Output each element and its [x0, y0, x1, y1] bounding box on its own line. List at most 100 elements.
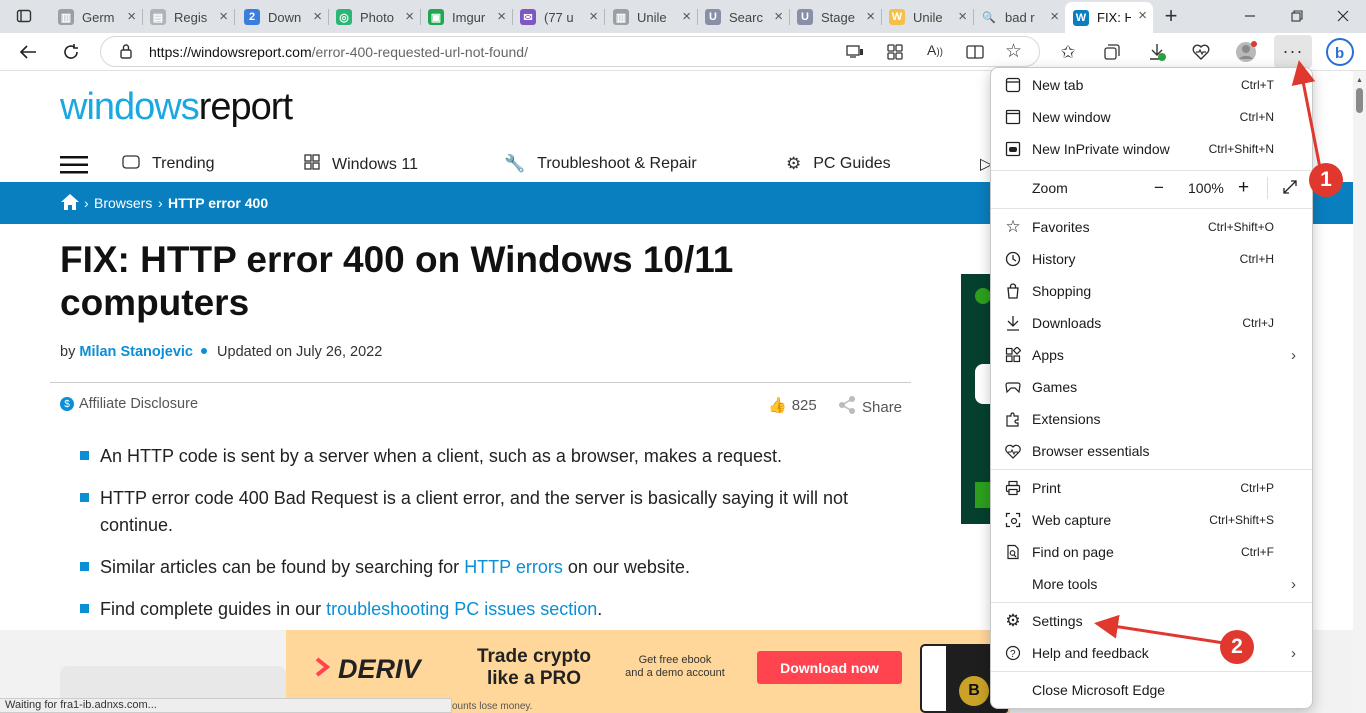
- browser-tab[interactable]: ◎ Photo ×: [328, 3, 421, 31]
- tab-title: Photo: [360, 9, 394, 25]
- menu-print[interactable]: Print Ctrl+P: [991, 473, 1312, 503]
- app-available-icon[interactable]: [846, 44, 864, 62]
- menu-inprivate[interactable]: New InPrivate window Ctrl+Shift+N: [991, 134, 1312, 164]
- downloads-toolbar-icon[interactable]: [1143, 38, 1171, 66]
- tab-close-icon[interactable]: ×: [682, 8, 691, 25]
- updated-date: Updated on July 26, 2022: [217, 344, 383, 360]
- nav-windows-11[interactable]: Windows 11: [304, 154, 418, 175]
- browser-tab[interactable]: U Searc ×: [697, 3, 790, 31]
- tab-close-icon[interactable]: ×: [1050, 8, 1059, 25]
- browser-tab[interactable]: ▣ Imgur ×: [420, 3, 513, 31]
- breadcrumb-sep: ›: [84, 195, 89, 211]
- troubleshooting-link[interactable]: troubleshooting PC issues section: [326, 599, 597, 619]
- address-bar[interactable]: https://windowsreport.com/error-400-requ…: [100, 36, 1040, 67]
- tab-close-icon[interactable]: ×: [958, 8, 967, 25]
- lock-icon[interactable]: [119, 43, 133, 62]
- bing-copilot-icon[interactable]: b: [1324, 36, 1356, 68]
- menu-apps[interactable]: Apps ›: [991, 340, 1312, 370]
- zoom-out-minus-icon[interactable]: −: [1154, 178, 1164, 198]
- tab-close-icon[interactable]: ×: [405, 8, 414, 25]
- menu-shortcut: Ctrl+N: [1239, 110, 1274, 124]
- tab-favicon-icon: 🔍: [981, 9, 997, 25]
- menu-settings[interactable]: ⚙ Settings: [991, 606, 1312, 636]
- scroll-up-arrow-icon[interactable]: ▲: [1356, 77, 1363, 84]
- back-arrow-icon[interactable]: [14, 38, 42, 66]
- nav-trending[interactable]: Trending: [122, 154, 215, 174]
- performance-heart-icon[interactable]: [1187, 38, 1215, 66]
- tab-close-icon[interactable]: ×: [127, 8, 136, 25]
- hamburger-menu-icon[interactable]: [60, 156, 88, 174]
- browser-tab[interactable]: ▥ Unile ×: [605, 3, 698, 31]
- affiliate-disclosure[interactable]: $ Affiliate Disclosure: [60, 396, 198, 412]
- inprivate-icon: [1003, 139, 1023, 159]
- byline-dot: [201, 348, 208, 354]
- tab-title: Searc: [729, 9, 763, 25]
- http-errors-link[interactable]: HTTP errors: [464, 557, 563, 577]
- menu-web-capture[interactable]: Web capture Ctrl+Shift+S: [991, 505, 1312, 535]
- menu-zoom: Zoom − 100% +: [991, 173, 1312, 203]
- bullet-text: Similar articles can be found by searchi…: [100, 557, 465, 577]
- collections-icon[interactable]: [1098, 38, 1126, 66]
- menu-history[interactable]: History Ctrl+H: [991, 244, 1312, 274]
- favorite-star-icon[interactable]: ☆: [1005, 40, 1022, 63]
- settings-and-more-button[interactable]: ···: [1274, 35, 1312, 68]
- author-link[interactable]: Milan Stanojevic: [79, 344, 193, 360]
- menu-new-window[interactable]: New window Ctrl+N: [991, 102, 1312, 132]
- tab-strip: ▥ Germ × ▤ Regis × 2 Down × ◎ Photo × ▣ Imgur × ✉ (77 u ×…: [0, 0, 1366, 33]
- tab-close-icon[interactable]: ×: [774, 8, 783, 25]
- tab-close-icon[interactable]: ×: [219, 8, 228, 25]
- menu-extensions[interactable]: Extensions: [991, 404, 1312, 434]
- tab-close-icon[interactable]: ×: [589, 8, 598, 25]
- browser-tab[interactable]: ▤ Regis ×: [142, 3, 235, 31]
- nav-pc-guides[interactable]: ⚙ PC Guides: [786, 154, 891, 174]
- ad-download-button[interactable]: Download now: [757, 651, 902, 684]
- browser-tab[interactable]: ✉ (77 u ×: [512, 3, 605, 31]
- browser-tab[interactable]: U Stage ×: [789, 3, 882, 31]
- page-scrollbar[interactable]: ▲: [1353, 71, 1366, 713]
- settings-gear-icon: ⚙: [1005, 611, 1021, 630]
- favorites-bar-icon[interactable]: ✩: [1054, 38, 1082, 66]
- refresh-icon[interactable]: [57, 38, 85, 66]
- share-button[interactable]: Share: [838, 396, 902, 418]
- browser-tab[interactable]: W Unile ×: [881, 3, 974, 31]
- restore-icon[interactable]: [1283, 2, 1311, 30]
- tab-close-icon[interactable]: ×: [497, 8, 506, 25]
- menu-more-tools[interactable]: More tools ›: [991, 569, 1312, 599]
- menu-browser-essentials[interactable]: Browser essentials: [991, 436, 1312, 466]
- browser-tab[interactable]: 🔍 bad r ×: [973, 3, 1066, 31]
- close-window-icon[interactable]: [1329, 2, 1357, 30]
- ad-brand: DERIV: [314, 654, 421, 685]
- profile-avatar-icon[interactable]: [1232, 38, 1260, 66]
- side-advertisement[interactable]: [961, 274, 991, 524]
- breadcrumb-browsers[interactable]: Browsers: [94, 195, 152, 211]
- menu-games[interactable]: Games: [991, 372, 1312, 402]
- menu-new-tab[interactable]: New tab Ctrl+T: [991, 70, 1312, 100]
- nav-troubleshoot[interactable]: 🔧 Troubleshoot & Repair: [504, 154, 697, 174]
- menu-help-feedback[interactable]: ? Help and feedback ›: [991, 638, 1312, 668]
- split-screen-icon[interactable]: [966, 44, 984, 63]
- tab-close-icon[interactable]: ×: [866, 8, 875, 25]
- read-aloud-icon[interactable]: A)): [927, 42, 943, 58]
- menu-shopping[interactable]: Shopping: [991, 276, 1312, 306]
- browser-tab[interactable]: W FIX: H ×: [1065, 2, 1153, 33]
- zoom-in-plus-icon[interactable]: +: [1238, 177, 1249, 199]
- like-button[interactable]: 👍 825: [768, 396, 817, 415]
- menu-find-on-page[interactable]: Find on page Ctrl+F: [991, 537, 1312, 567]
- browser-tab[interactable]: ▥ Germ ×: [50, 3, 143, 31]
- menu-favorites[interactable]: ☆ Favorites Ctrl+Shift+O: [991, 212, 1312, 242]
- extensions-grid-icon[interactable]: [887, 44, 903, 63]
- new-tab-plus-icon[interactable]: +: [1157, 2, 1185, 30]
- tab-actions-icon[interactable]: [10, 2, 38, 30]
- scrollbar-thumb[interactable]: [1356, 88, 1363, 113]
- home-icon[interactable]: [60, 193, 80, 214]
- menu-downloads[interactable]: Downloads Ctrl+J: [991, 308, 1312, 338]
- tab-close-icon[interactable]: ×: [1138, 7, 1147, 24]
- site-logo[interactable]: windowsreport: [60, 86, 293, 129]
- browser-tab[interactable]: 2 Down ×: [236, 3, 329, 31]
- zoom-level: 100%: [1188, 180, 1224, 196]
- menu-close-edge[interactable]: Close Microsoft Edge: [991, 675, 1312, 705]
- tab-close-icon[interactable]: ×: [313, 8, 322, 25]
- ad-logo-icon: [975, 288, 991, 304]
- minimize-icon[interactable]: [1236, 2, 1264, 30]
- fullscreen-expand-icon[interactable]: [1282, 179, 1298, 198]
